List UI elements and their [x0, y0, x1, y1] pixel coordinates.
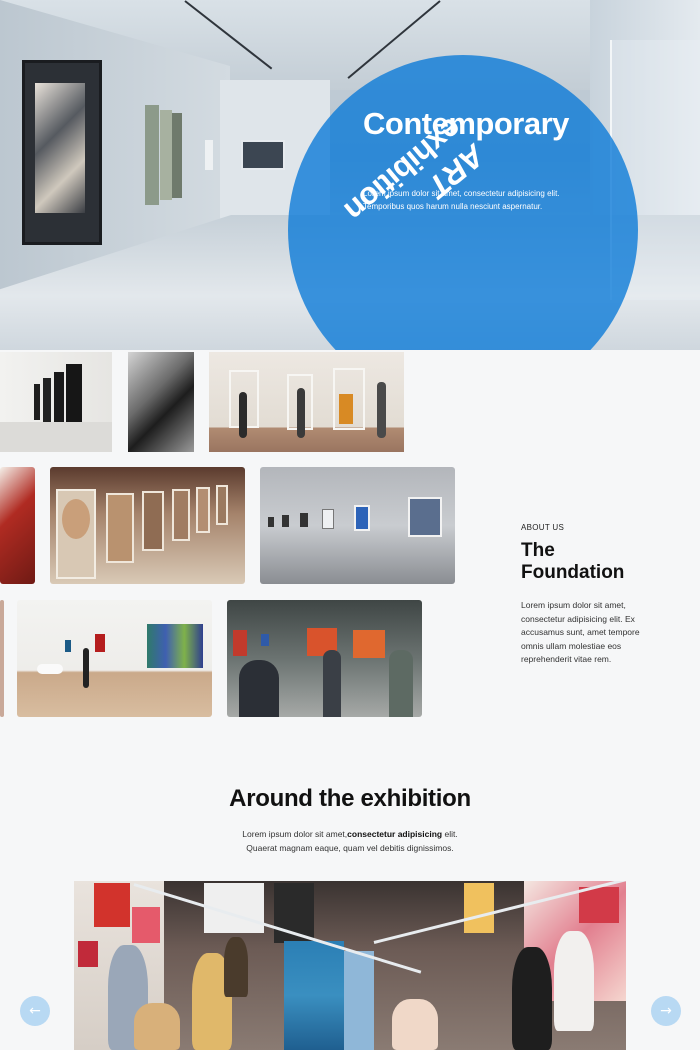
hero-subtitle-line2: Temporibus quos harum nulla nesciunt asp…	[363, 202, 543, 211]
hero-subtitle: Lorem ipsum dolor sit amet, consectetur …	[363, 187, 603, 213]
hero-subtitle-line1: Lorem ipsum dolor sit amet, consectetur …	[363, 189, 560, 198]
section-title: Around the exhibition	[229, 785, 471, 812]
gallery-photo[interactable]	[17, 600, 212, 717]
gallery-photo[interactable]	[0, 600, 4, 717]
hero-artwork	[205, 140, 213, 170]
gallery-photo[interactable]	[209, 352, 404, 452]
arrow-left-icon: ←	[29, 1003, 41, 1019]
carousel-prev-button[interactable]: ←	[20, 996, 50, 1026]
hero-artwork	[160, 110, 172, 200]
hero-section: Contemporary ART exhibition Lorem ipsum …	[0, 0, 700, 350]
hero-artwork	[241, 140, 285, 170]
hero-artwork	[22, 60, 102, 245]
gallery-photo[interactable]	[50, 467, 245, 584]
section-text-plain2: elit.	[442, 829, 458, 839]
gallery-photo[interactable]	[0, 467, 35, 584]
carousel-image[interactable]	[74, 881, 626, 1050]
section-text-bold: consectetur adipisicing	[347, 829, 443, 839]
gallery-photo[interactable]	[260, 467, 455, 584]
about-eyebrow: ABOUT US	[521, 523, 565, 532]
gallery-photo[interactable]	[128, 352, 194, 452]
about-title-line2: Foundation	[521, 562, 625, 583]
arrow-right-icon: →	[660, 1003, 672, 1019]
carousel-next-button[interactable]: →	[651, 996, 681, 1026]
hero-artwork	[145, 105, 159, 205]
gallery-photo[interactable]	[0, 352, 112, 452]
about-title: The Foundation	[521, 540, 671, 584]
gallery-photo[interactable]	[227, 600, 422, 717]
about-text: Lorem ipsum dolor sit amet, consectetur …	[521, 600, 640, 664]
section-text-plain: Lorem ipsum dolor sit amet,	[242, 829, 348, 839]
about-title-line1: The	[521, 540, 555, 561]
section-text-line2: Quaerat magnam eaque, quam vel debitis d…	[246, 842, 454, 853]
hero-artwork	[172, 113, 182, 198]
section-text: Lorem ipsum dolor sit amet,consectetur a…	[0, 828, 700, 855]
